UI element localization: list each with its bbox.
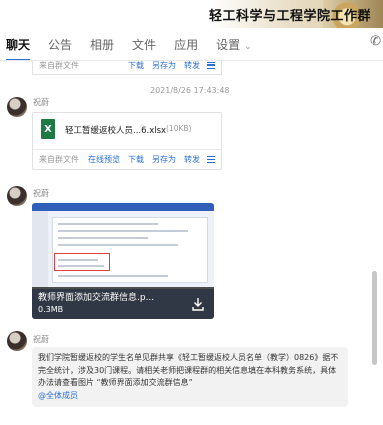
save-as-link[interactable]: 另存为 — [152, 154, 176, 165]
group-title: 轻工科学与工程学院工作群 — [208, 9, 371, 24]
text-message-bubble[interactable]: 我们学院暂缓返校的学生名单见群共享《轻工暂缓返校人员名单（教学）0826》据不完… — [32, 347, 348, 407]
file-size: (10KB) — [166, 124, 192, 133]
file-source: 来自群文件 — [39, 61, 79, 70]
tab-announcement[interactable]: 公告 — [48, 32, 72, 57]
phone-icon[interactable]: ✆ — [370, 34, 381, 49]
image-thumbnail[interactable] — [32, 203, 214, 289]
avatar[interactable] — [7, 97, 27, 117]
image-message-card[interactable]: 教师界面添加交流群信息.p... 0.3MB — [32, 203, 214, 319]
download-icon[interactable] — [192, 297, 204, 311]
image-file-size: 0.3MB — [38, 305, 64, 314]
qq-group-chat-window: 轻工科学与工程学院工作群 聊天 公告 相册 文件 应用 设置 ⌄ ✆ 来自群文件 … — [0, 0, 383, 425]
tab-files[interactable]: 文件 — [132, 32, 156, 57]
menu-icon[interactable] — [207, 61, 215, 69]
tab-apps[interactable]: 应用 — [174, 32, 198, 57]
tab-settings-label: 设置 — [216, 37, 241, 52]
sender-name: 祝蔚 — [33, 189, 49, 198]
forward-link[interactable]: 转发 — [184, 154, 200, 165]
file-name[interactable]: 轻工暂缓返校人员...6.xlsx — [65, 124, 166, 136]
window-header: 轻工科学与工程学院工作群 — [0, 0, 383, 28]
previous-file-card: 来自群文件 下载 另存为 转发 — [32, 61, 222, 75]
download-link[interactable]: 下载 — [128, 154, 144, 165]
forward-link[interactable]: 转发 — [184, 61, 200, 71]
chevron-down-icon: ⌄ — [244, 41, 252, 52]
file-message-card[interactable]: X 轻工暂缓返校人员...6.xlsx (10KB) 来自群文件 在线预览 下载… — [32, 112, 222, 170]
menu-icon[interactable] — [207, 156, 215, 163]
mention-all[interactable]: @全体成员 — [38, 390, 342, 403]
message-text: 我们学院暂缓返校的学生名单见群共享《轻工暂缓返校人员名单（教学）0826》据不完… — [38, 353, 339, 387]
avatar[interactable] — [7, 186, 27, 206]
scrollbar-thumb[interactable] — [372, 271, 377, 365]
excel-icon: X — [41, 119, 60, 139]
message-list[interactable]: 来自群文件 下载 另存为 转发 2021/8/26 17:43:48 祝蔚 X … — [0, 61, 383, 425]
image-file-name: 教师界面添加交流群信息.p... — [38, 293, 155, 303]
avatar[interactable] — [7, 331, 27, 351]
image-info-bar: 教师界面添加交流群信息.p... 0.3MB — [32, 287, 214, 319]
save-as-link[interactable]: 另存为 — [152, 61, 176, 71]
download-link[interactable]: 下载 — [128, 61, 144, 71]
sender-name: 祝蔚 — [33, 98, 49, 107]
highlight-box — [54, 253, 110, 271]
tab-album[interactable]: 相册 — [90, 32, 114, 57]
tab-chat[interactable]: 聊天 — [6, 32, 31, 61]
preview-online-link[interactable]: 在线预览 — [88, 154, 120, 165]
tab-settings[interactable]: 设置 ⌄ — [216, 32, 252, 57]
tab-bar: 聊天 公告 相册 文件 应用 设置 ⌄ — [0, 30, 383, 61]
file-source: 来自群文件 — [39, 155, 79, 164]
sender-name: 祝蔚 — [33, 335, 49, 344]
